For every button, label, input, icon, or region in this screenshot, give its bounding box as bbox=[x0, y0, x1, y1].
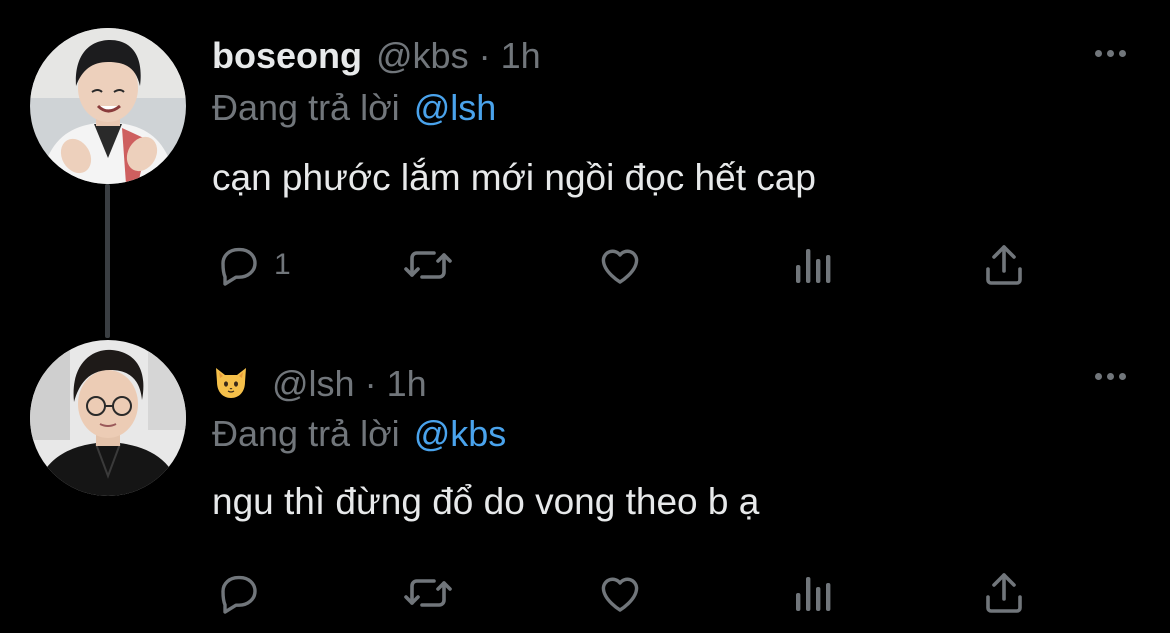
replying-to: Đang trả lời @lsh bbox=[212, 88, 496, 128]
separator-dot: · bbox=[478, 35, 491, 76]
views-button[interactable] bbox=[790, 240, 836, 290]
like-button[interactable] bbox=[596, 568, 644, 618]
more-icon[interactable] bbox=[1095, 50, 1126, 57]
handle[interactable]: @lsh bbox=[272, 364, 355, 404]
cat-face-emoji[interactable] bbox=[212, 364, 250, 400]
replying-label: Đang trả lời bbox=[212, 413, 400, 454]
reply-count: 1 bbox=[274, 248, 291, 281]
retweet-icon bbox=[404, 251, 452, 279]
views-icon bbox=[796, 249, 831, 283]
avatar[interactable] bbox=[30, 340, 186, 496]
reply-button[interactable] bbox=[214, 568, 274, 618]
share-icon bbox=[986, 245, 1022, 285]
retweet-button[interactable] bbox=[402, 568, 454, 618]
share-button[interactable] bbox=[980, 568, 1028, 618]
views-button[interactable] bbox=[790, 568, 836, 618]
tweet-header: @lsh · 1h bbox=[212, 360, 427, 404]
like-icon bbox=[601, 249, 639, 284]
separator-dot: · bbox=[364, 363, 377, 404]
share-icon bbox=[986, 573, 1022, 613]
tweet-text: ngu thì đừng đổ do vong theo b ạ bbox=[212, 481, 760, 522]
tweet[interactable]: boseong @kbs · 1h Đang trả lời @lsh cạn p… bbox=[0, 0, 1170, 338]
share-button[interactable] bbox=[980, 240, 1028, 290]
tweet[interactable]: @lsh · 1h Đang trả lời @kbs ngu thì đừng … bbox=[0, 320, 1170, 633]
replying-to: Đang trả lời @kbs bbox=[212, 414, 506, 454]
retweet-button[interactable] bbox=[402, 240, 454, 290]
tweet-text: cạn phước lắm mới ngồi đọc hết cap bbox=[212, 157, 816, 198]
action-bar bbox=[0, 568, 1170, 618]
like-button[interactable] bbox=[596, 240, 644, 290]
action-bar: 1 bbox=[0, 240, 1170, 290]
mention-link[interactable]: @lsh bbox=[414, 87, 497, 128]
handle[interactable]: @kbs bbox=[376, 36, 469, 76]
more-icon[interactable] bbox=[1095, 373, 1126, 380]
timestamp[interactable]: 1h bbox=[387, 364, 427, 404]
reply-icon bbox=[221, 247, 257, 286]
mention-link[interactable]: @kbs bbox=[414, 413, 507, 454]
replying-label: Đang trả lời bbox=[212, 87, 400, 128]
display-name[interactable]: boseong bbox=[212, 36, 362, 76]
views-icon bbox=[796, 577, 831, 611]
timestamp[interactable]: 1h bbox=[501, 36, 541, 76]
like-icon bbox=[601, 577, 639, 612]
reply-button[interactable]: 1 bbox=[214, 240, 291, 290]
avatar[interactable] bbox=[30, 28, 186, 184]
reply-icon bbox=[221, 575, 257, 614]
retweet-icon bbox=[404, 579, 452, 607]
tweet-header: boseong @kbs · 1h bbox=[212, 36, 541, 76]
